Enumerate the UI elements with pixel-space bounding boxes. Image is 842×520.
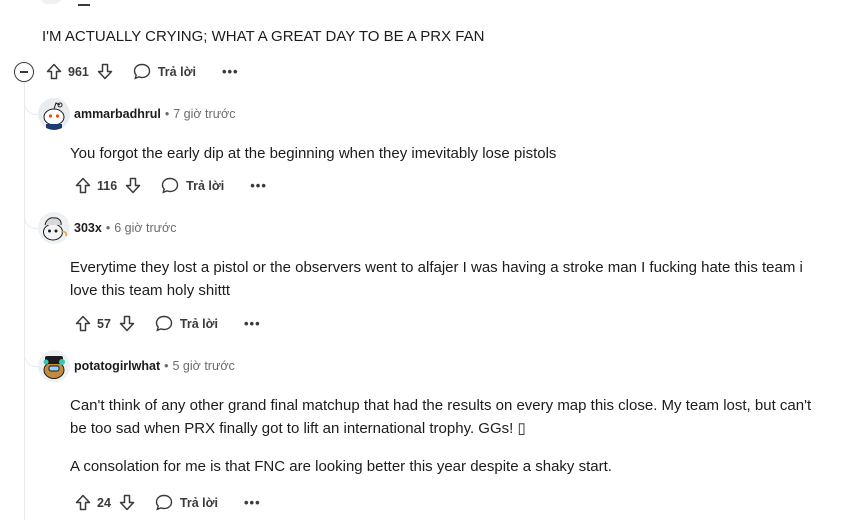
separator-dot: • bbox=[164, 107, 170, 121]
downvote-arrow-icon[interactable] bbox=[119, 494, 135, 511]
comment-header: ammarbadhrul • 7 giờ trước bbox=[38, 98, 236, 130]
collapse-minus-icon[interactable] bbox=[14, 62, 34, 82]
comment-paragraph: Everytime they lost a pistol or the obse… bbox=[70, 259, 803, 299]
speech-bubble-icon bbox=[161, 177, 179, 194]
comment-header: potatogirlwhat • 5 giờ trước bbox=[38, 350, 235, 382]
comment-body: Everytime they lost a pistol or the obse… bbox=[70, 256, 830, 302]
comment-body: You forgot the early dip at the beginnin… bbox=[70, 142, 830, 165]
reply-label: Trả lời bbox=[186, 178, 225, 193]
upvote-arrow-icon[interactable] bbox=[75, 177, 91, 194]
comment-body: Can't think of any other grand final mat… bbox=[70, 394, 830, 478]
thread-branch bbox=[24, 214, 39, 229]
avatar[interactable] bbox=[38, 98, 70, 130]
comment-paragraph: Can't think of any other grand final mat… bbox=[70, 397, 812, 437]
upvote-arrow-icon[interactable] bbox=[46, 63, 62, 80]
partial-avatar bbox=[40, 0, 62, 4]
speech-bubble-icon bbox=[155, 315, 173, 332]
reply-button[interactable]: Trả lời bbox=[133, 63, 196, 80]
downvote-arrow-icon[interactable] bbox=[97, 63, 113, 80]
more-options-button[interactable]: ••• bbox=[250, 178, 267, 193]
partial-icon bbox=[78, 0, 90, 6]
separator-dot: • bbox=[164, 359, 169, 373]
timestamp[interactable]: 7 giờ trước bbox=[173, 107, 235, 121]
timestamp[interactable]: 5 giờ trước bbox=[173, 359, 235, 373]
comment-paragraph: A consolation for me is that FNC are loo… bbox=[70, 458, 612, 475]
username[interactable]: ammarbadhrul bbox=[74, 107, 161, 121]
more-options-button[interactable]: ••• bbox=[244, 495, 261, 510]
reply-button[interactable]: Trả lời bbox=[155, 315, 218, 332]
reply-label: Trả lời bbox=[157, 64, 196, 79]
upvote-arrow-icon[interactable] bbox=[75, 315, 91, 332]
reply-button[interactable]: Trả lời bbox=[155, 494, 218, 511]
thread-line bbox=[24, 80, 25, 520]
vote-count: 24 bbox=[97, 495, 111, 510]
comment-actions: 24 Trả lời ••• bbox=[75, 494, 261, 511]
thread-branch bbox=[24, 100, 39, 115]
comment-actions: 57 Trả lời ••• bbox=[75, 315, 261, 332]
speech-bubble-icon bbox=[155, 494, 173, 511]
parent-comment-text: I'M ACTUALLY CRYING; WHAT A GREAT DAY TO… bbox=[42, 28, 485, 45]
comment-actions: 116 Trả lời ••• bbox=[75, 177, 267, 194]
vote-count: 116 bbox=[97, 178, 118, 193]
downvote-arrow-icon[interactable] bbox=[119, 315, 135, 332]
avatar[interactable] bbox=[38, 350, 70, 382]
comment-paragraph: You forgot the early dip at the beginnin… bbox=[70, 145, 557, 162]
upvote-arrow-icon[interactable] bbox=[75, 494, 91, 511]
downvote-arrow-icon[interactable] bbox=[125, 177, 141, 194]
reply-label: Trả lời bbox=[179, 316, 218, 331]
comment-header: 303x • 6 giờ trước bbox=[38, 212, 176, 244]
separator-dot: • bbox=[105, 221, 111, 235]
thread-branch bbox=[24, 352, 39, 367]
username[interactable]: 303x bbox=[74, 221, 102, 235]
avatar[interactable] bbox=[38, 212, 70, 244]
timestamp[interactable]: 6 giờ trước bbox=[114, 221, 176, 235]
parent-actions: 961 Trả lời ••• bbox=[46, 63, 239, 80]
vote-count: 57 bbox=[97, 316, 111, 331]
username[interactable]: potatogirlwhat bbox=[74, 359, 160, 373]
speech-bubble-icon bbox=[133, 63, 151, 80]
more-options-button[interactable]: ••• bbox=[244, 316, 261, 331]
vote-count: 961 bbox=[68, 64, 89, 79]
reply-button[interactable]: Trả lời bbox=[161, 177, 224, 194]
reply-label: Trả lời bbox=[179, 495, 218, 510]
more-options-button[interactable]: ••• bbox=[222, 64, 239, 79]
